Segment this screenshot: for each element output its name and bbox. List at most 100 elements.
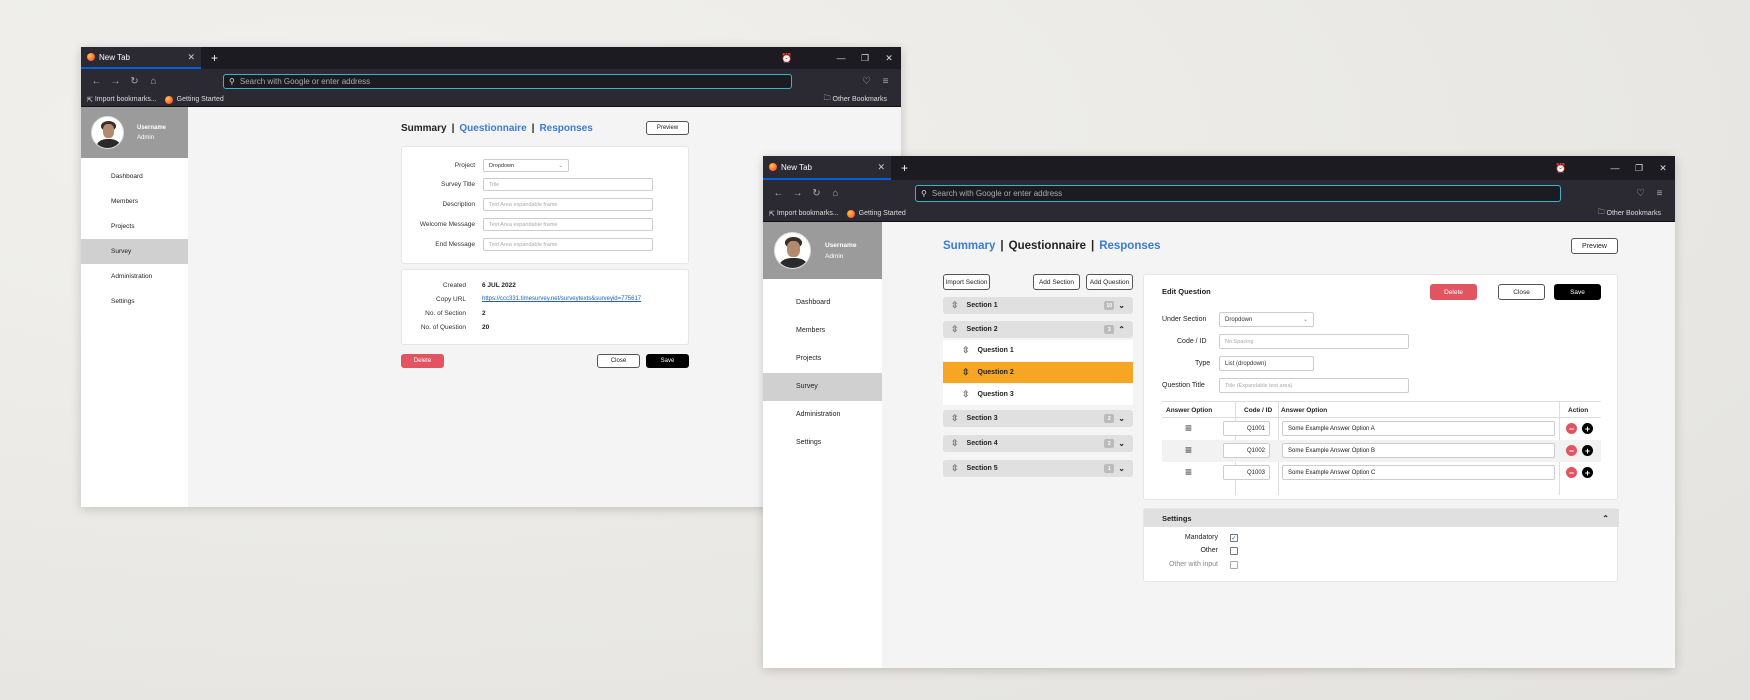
section-row[interactable]: ⇳ Section 3 2 ⌄ — [943, 410, 1133, 427]
sidebar-item-survey[interactable]: Survey — [763, 373, 882, 401]
drag-handle-icon[interactable]: ≡ — [1185, 443, 1192, 457]
close-tab-icon[interactable]: ✕ — [877, 162, 885, 173]
close-window-icon[interactable]: ✕ — [877, 53, 901, 64]
sidebar-item-administration[interactable]: Administration — [763, 401, 882, 429]
other-bookmarks[interactable]: 🗀 Other Bookmarks — [1598, 208, 1661, 219]
sidebar-item-members[interactable]: Members — [763, 317, 882, 345]
pocket-icon[interactable]: ♡ — [857, 76, 876, 87]
preview-button[interactable]: Preview — [646, 121, 689, 135]
chevron-down-icon[interactable]: ⌄ — [1118, 464, 1125, 473]
type-select[interactable]: List (dropdown) — [1219, 356, 1314, 371]
chevron-up-icon[interactable]: ⌃ — [1118, 325, 1125, 334]
question-row[interactable]: ⇳ Question 3 — [943, 384, 1133, 405]
answer-option-cell[interactable]: Some Example Answer Option C — [1282, 465, 1555, 480]
home-icon[interactable]: ⌂ — [826, 188, 845, 199]
sidebar-item-settings[interactable]: Settings — [763, 429, 882, 457]
minimize-icon[interactable]: — — [829, 53, 853, 63]
import-section-button[interactable]: Import Section — [943, 274, 990, 290]
sidebar-item-projects[interactable]: Projects — [763, 345, 882, 373]
tab-questionnaire[interactable]: Questionnaire — [1009, 240, 1086, 252]
tab-responses[interactable]: Responses — [539, 123, 592, 134]
code-id-cell[interactable]: Q1003 — [1223, 465, 1270, 480]
sidebar-item-members[interactable]: Members — [81, 189, 188, 214]
question-row[interactable]: ⇳ Question 1 — [943, 340, 1133, 361]
section-row[interactable]: ⇳ Section 2 3 ⌃ — [943, 321, 1133, 338]
chevron-down-icon[interactable]: ⌄ — [1118, 439, 1125, 448]
sidebar-item-projects[interactable]: Projects — [81, 214, 188, 239]
mandatory-checkbox[interactable]: ✓ — [1230, 534, 1238, 542]
sort-icon[interactable]: ⇳ — [951, 413, 959, 424]
chevron-up-icon[interactable]: ⌃ — [1602, 514, 1609, 523]
bookmark-import[interactable]: ⇱ Import bookmarks... — [769, 210, 839, 218]
new-tab-icon[interactable]: + — [901, 161, 908, 175]
close-window-icon[interactable]: ✕ — [1651, 163, 1675, 174]
save-button[interactable]: Save — [1554, 284, 1601, 300]
code-id-cell[interactable]: Q1002 — [1223, 443, 1270, 458]
remove-option-icon[interactable]: − — [1566, 467, 1577, 478]
browser-tab[interactable]: New Tab ✕ — [81, 47, 201, 69]
description-input[interactable]: Text Area expandable frame — [483, 198, 653, 211]
other-input-checkbox[interactable] — [1230, 561, 1238, 569]
add-question-button[interactable]: Add Question — [1086, 274, 1133, 290]
other-bookmarks[interactable]: 🗀 Other Bookmarks — [824, 94, 887, 105]
pocket-icon[interactable]: ♡ — [1631, 188, 1650, 199]
tab-questionnaire[interactable]: Questionnaire — [459, 123, 526, 134]
forward-icon[interactable]: → — [106, 76, 125, 87]
add-option-icon[interactable]: + — [1582, 423, 1593, 434]
question-title-input[interactable]: Title (Expandable text area) — [1219, 378, 1409, 393]
close-tab-icon[interactable]: ✕ — [187, 52, 195, 63]
tab-summary[interactable]: Summary — [943, 240, 995, 252]
other-checkbox[interactable] — [1230, 547, 1238, 555]
tab-responses[interactable]: Responses — [1099, 240, 1160, 252]
back-icon[interactable]: ← — [87, 76, 106, 87]
code-id-input[interactable]: No Spacing — [1219, 334, 1409, 349]
drag-handle-icon[interactable]: ≡ — [1185, 465, 1192, 479]
url-bar[interactable]: ⚲ Search with Google or enter address — [223, 73, 792, 89]
restore-icon[interactable]: ❐ — [853, 53, 877, 64]
section-row[interactable]: ⇳ Section 4 2 ⌄ — [943, 435, 1133, 452]
browser-tab[interactable]: New Tab ✕ — [763, 156, 891, 180]
bookmark-getting-started[interactable]: Getting Started — [164, 95, 224, 104]
section-row[interactable]: ⇳ Section 1 10 ⌄ — [943, 297, 1133, 314]
new-tab-icon[interactable]: + — [211, 51, 218, 65]
tab-summary[interactable]: Summary — [401, 123, 447, 134]
code-id-cell[interactable]: Q1001 — [1223, 421, 1270, 436]
chevron-down-icon[interactable]: ⌄ — [1118, 414, 1125, 423]
delete-button[interactable]: Delete — [401, 354, 444, 368]
sort-icon[interactable]: ⇳ — [951, 324, 959, 335]
extension-icon[interactable]: ⏰ — [775, 53, 799, 64]
bookmark-getting-started[interactable]: Getting Started — [846, 209, 906, 218]
sidebar-item-dashboard[interactable]: Dashboard — [81, 164, 188, 189]
back-icon[interactable]: ← — [769, 188, 788, 199]
sort-icon[interactable]: ⇳ — [962, 367, 970, 378]
sidebar-item-settings[interactable]: Settings — [81, 289, 188, 314]
extension-icon[interactable]: ⏰ — [1549, 163, 1573, 174]
forward-icon[interactable]: → — [788, 188, 807, 199]
drag-handle-icon[interactable]: ≡ — [1185, 421, 1192, 435]
sort-icon[interactable]: ⇳ — [951, 438, 959, 449]
url-bar[interactable]: ⚲ Search with Google or enter address — [915, 184, 1561, 202]
menu-icon[interactable]: ≡ — [876, 76, 895, 87]
preview-button[interactable]: Preview — [1571, 238, 1618, 254]
chevron-down-icon[interactable]: ⌄ — [1118, 301, 1125, 310]
sidebar-item-dashboard[interactable]: Dashboard — [763, 289, 882, 317]
settings-header[interactable]: Settings ⌃ — [1144, 509, 1619, 527]
under-section-select[interactable]: Dropdown ⌄ — [1219, 312, 1314, 327]
add-section-button[interactable]: Add Section — [1033, 274, 1080, 290]
reload-icon[interactable]: ↻ — [807, 188, 826, 199]
close-button[interactable]: Close — [597, 354, 640, 368]
question-row-selected[interactable]: ⇳ Question 2 — [943, 362, 1133, 383]
sort-icon[interactable]: ⇳ — [962, 345, 970, 356]
restore-icon[interactable]: ❐ — [1627, 163, 1651, 174]
add-option-icon[interactable]: + — [1582, 467, 1593, 478]
survey-url-link[interactable]: https://ccc331.timesurvey.net/surveytext… — [482, 296, 641, 303]
delete-button[interactable]: Delete — [1430, 284, 1477, 300]
home-icon[interactable]: ⌂ — [144, 76, 163, 87]
add-option-icon[interactable]: + — [1582, 445, 1593, 456]
minimize-icon[interactable]: — — [1603, 163, 1627, 173]
survey-title-input[interactable]: Title — [483, 178, 653, 191]
answer-option-cell[interactable]: Some Example Answer Option A — [1282, 421, 1555, 436]
bookmark-import[interactable]: ⇱ Import bookmarks... — [87, 96, 157, 104]
remove-option-icon[interactable]: − — [1566, 445, 1577, 456]
close-button[interactable]: Close — [1498, 284, 1545, 300]
